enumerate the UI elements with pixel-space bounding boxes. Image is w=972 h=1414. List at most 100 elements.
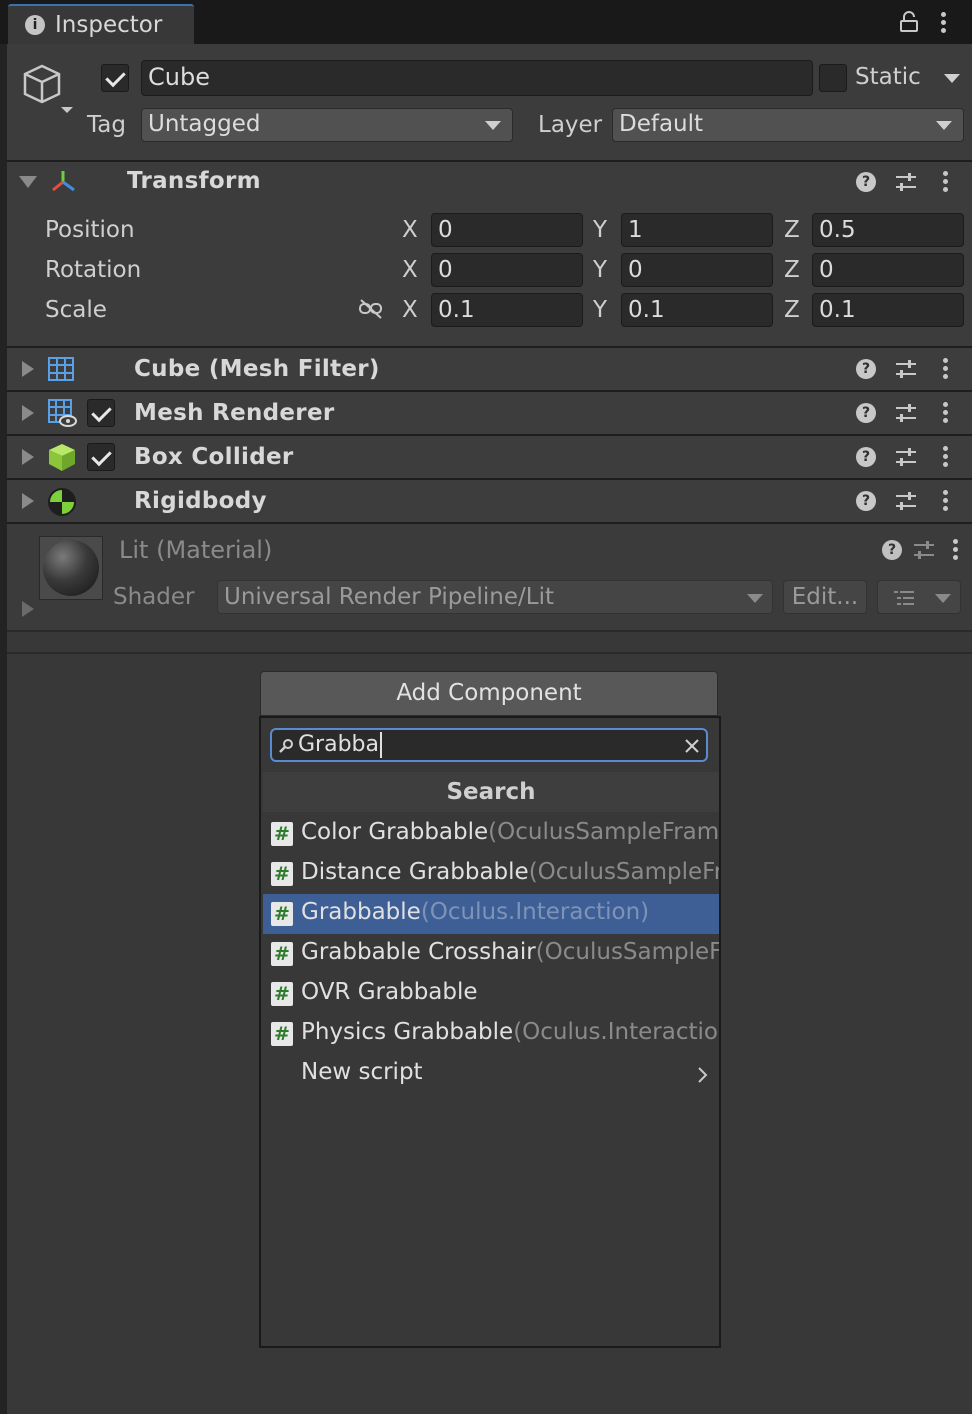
foldout-open-icon[interactable] <box>19 176 37 188</box>
static-label: Static <box>855 64 921 90</box>
axis-z-label: Z <box>784 257 800 283</box>
scale-x-field[interactable]: 0.1 <box>431 293 583 327</box>
axis-x-label: X <box>402 257 418 283</box>
box-collider-icon <box>49 444 75 471</box>
help-icon[interactable]: ? <box>856 447 876 467</box>
presets-icon[interactable] <box>895 447 917 467</box>
shader-dropdown[interactable]: Universal Render Pipeline/Lit <box>217 580 773 614</box>
clear-search-icon[interactable] <box>684 738 700 754</box>
search-result-item[interactable]: # Physics Grabbable(Oculus.Interactior <box>263 1014 719 1054</box>
shader-value: Universal Render Pipeline/Lit <box>224 584 554 610</box>
component-mesh-renderer[interactable]: Mesh Renderer ? <box>7 390 972 434</box>
foldout-closed-icon[interactable] <box>22 601 34 617</box>
result-name: Grabbable Crosshair <box>301 939 536 965</box>
help-icon[interactable]: ? <box>856 359 876 379</box>
search-result-item-selected[interactable]: # Grabbable(Oculus.Interaction) <box>263 894 719 934</box>
foldout-closed-icon[interactable] <box>22 493 34 509</box>
script-icon: # <box>271 942 293 966</box>
search-section-header: Search <box>263 772 719 812</box>
rotation-x-field[interactable]: 0 <box>431 253 583 287</box>
position-x-field[interactable]: 0 <box>431 213 583 247</box>
search-result-item[interactable]: # Grabbable Crosshair(OculusSampleFr <box>263 934 719 974</box>
transform-icon <box>52 171 75 192</box>
static-checkbox[interactable] <box>819 64 847 92</box>
axis-x-label: X <box>402 217 418 243</box>
position-z-field[interactable]: 0.5 <box>812 213 964 247</box>
position-y-field[interactable]: 1 <box>621 213 773 247</box>
transform-header[interactable]: Transform ? <box>7 162 972 202</box>
component-box-collider[interactable]: Box Collider ? <box>7 434 972 478</box>
constrain-proportions-icon[interactable] <box>357 298 385 320</box>
static-dropdown-icon[interactable] <box>944 74 960 83</box>
component-menu-icon[interactable] <box>953 539 959 561</box>
script-icon: # <box>271 822 293 846</box>
tab-menu-icon[interactable] <box>941 12 947 34</box>
material-preview[interactable] <box>39 536 103 600</box>
component-search-input[interactable]: Grabba <box>270 728 708 762</box>
window-border <box>0 44 7 1414</box>
chevron-down-icon <box>935 594 951 603</box>
foldout-closed-icon[interactable] <box>22 405 34 421</box>
tab-bar: i Inspector <box>0 0 972 44</box>
inspector-tab[interactable]: i Inspector <box>8 4 194 44</box>
component-rigidbody[interactable]: Rigidbody ? <box>7 478 972 522</box>
result-name: Physics Grabbable <box>301 1019 514 1045</box>
layer-dropdown[interactable]: Default <box>612 108 964 142</box>
object-name-field[interactable]: Cube <box>141 60 813 96</box>
result-namespace: (OculusSampleFrame <box>488 819 719 845</box>
box-collider-enabled-checkbox[interactable] <box>87 443 115 471</box>
mesh-renderer-enabled-checkbox[interactable] <box>87 399 115 427</box>
presets-icon[interactable] <box>895 359 917 379</box>
result-name: Grabbable <box>301 899 421 925</box>
list-icon <box>894 591 914 605</box>
component-menu-icon[interactable] <box>943 490 949 512</box>
presets-icon[interactable] <box>895 403 917 423</box>
scale-y-field[interactable]: 0.1 <box>621 293 773 327</box>
scale-z-field[interactable]: 0.1 <box>812 293 964 327</box>
object-active-checkbox[interactable] <box>101 64 129 92</box>
transform-component: Transform ? Position X 0 Y 1 Z 0.5 Rotat… <box>7 162 972 346</box>
help-icon[interactable]: ? <box>856 172 876 192</box>
lock-icon[interactable] <box>898 10 920 34</box>
foldout-closed-icon[interactable] <box>22 449 34 465</box>
tag-dropdown[interactable]: Untagged <box>141 108 513 142</box>
gameobject-cube-icon[interactable] <box>21 62 81 118</box>
layer-label: Layer <box>538 112 603 138</box>
scale-label: Scale <box>45 297 107 323</box>
presets-icon[interactable] <box>913 540 935 560</box>
layer-value: Default <box>619 111 704 137</box>
foldout-closed-icon[interactable] <box>22 361 34 377</box>
add-component-popup: Grabba Search # Color Grabbable(OculusSa… <box>259 716 721 1348</box>
search-result-item[interactable]: # OVR Grabbable <box>263 974 719 1014</box>
rotation-z-field[interactable]: 0 <box>812 253 964 287</box>
component-mesh-filter[interactable]: Cube (Mesh Filter) ? <box>7 346 972 390</box>
axis-y-label: Y <box>593 217 608 243</box>
component-title: Box Collider <box>134 444 294 470</box>
component-menu-icon[interactable] <box>943 358 949 380</box>
presets-icon[interactable] <box>895 491 917 511</box>
rotation-y-field[interactable]: 0 <box>621 253 773 287</box>
result-namespace: (Oculus.Interactior <box>513 1019 719 1045</box>
new-script-item[interactable]: New script <box>263 1054 719 1094</box>
component-menu-icon[interactable] <box>943 171 949 193</box>
shader-options-button[interactable] <box>877 580 961 614</box>
tab-title: Inspector <box>55 12 163 38</box>
presets-icon[interactable] <box>895 172 917 192</box>
search-result-item[interactable]: # Distance Grabbable(OculusSampleFr <box>263 854 719 894</box>
material-section: Lit (Material) ? Shader Universal Render… <box>7 522 972 630</box>
component-menu-icon[interactable] <box>943 446 949 468</box>
result-namespace: (OculusSampleFr <box>535 939 719 965</box>
help-icon[interactable]: ? <box>856 403 876 423</box>
search-result-item[interactable]: # Color Grabbable(OculusSampleFrame <box>263 814 719 854</box>
add-component-button[interactable]: Add Component <box>260 671 718 716</box>
axis-y-label: Y <box>593 257 608 283</box>
shader-edit-button[interactable]: Edit... <box>783 580 867 614</box>
component-menu-icon[interactable] <box>943 402 949 424</box>
help-icon[interactable]: ? <box>856 491 876 511</box>
axis-x-label: X <box>402 297 418 323</box>
rigidbody-icon <box>48 488 76 516</box>
chevron-down-icon <box>747 594 763 603</box>
result-name: Distance Grabbable <box>301 859 529 885</box>
help-icon[interactable]: ? <box>882 540 902 560</box>
component-title: Mesh Renderer <box>134 400 335 426</box>
